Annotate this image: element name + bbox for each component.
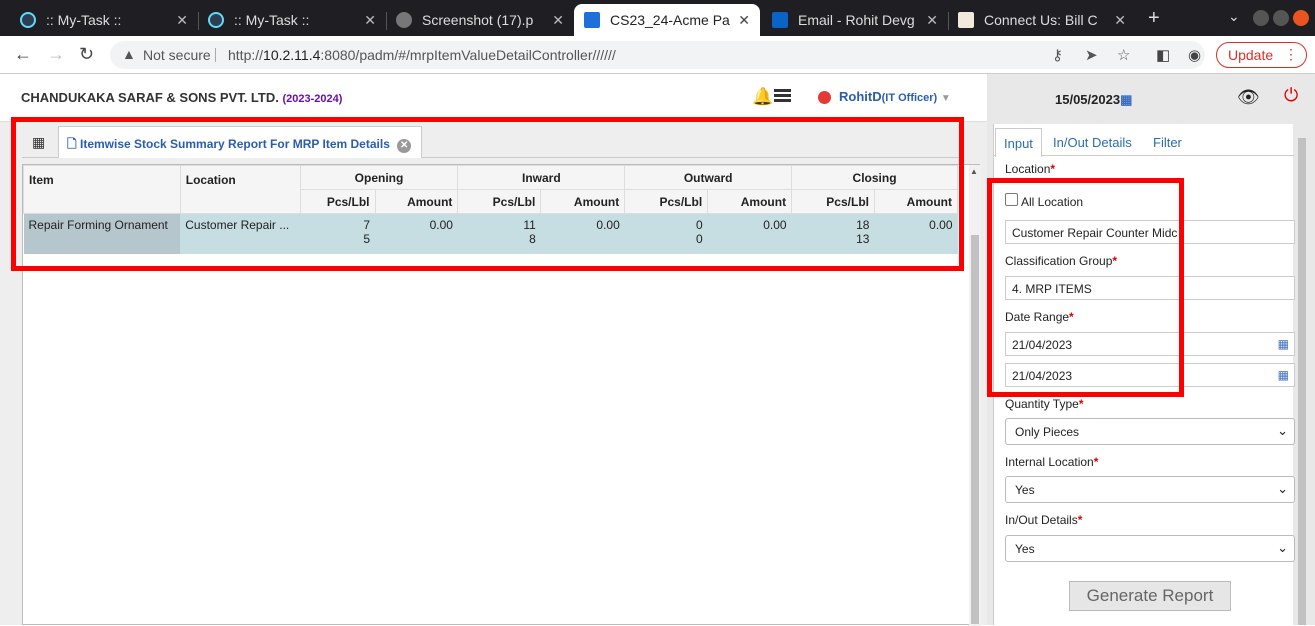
browser-tab-1[interactable]: :: My-Task :: ✕ (10, 4, 198, 36)
browser-tab-bar: :: My-Task :: ✕ :: My-Task :: ✕ Screensh… (0, 0, 1315, 36)
forward-icon[interactable]: → (47, 44, 65, 65)
reload-icon[interactable]: ↻ (79, 44, 94, 65)
close-icon[interactable]: ✕ (176, 12, 188, 29)
internal-location-select[interactable]: Yes ⌄ (1005, 476, 1295, 503)
company-name: CHANDUKAKA SARAF & SONS PVT. LTD. (2023-… (21, 90, 343, 105)
status-dot (818, 91, 831, 104)
app-header: CHANDUKAKA SARAF & SONS PVT. LTD. (2023-… (0, 74, 987, 122)
close-window-icon[interactable] (1293, 10, 1309, 26)
chevron-down-icon: ⌄ (1277, 423, 1288, 438)
tab-title: Screenshot (17).p (422, 12, 534, 28)
close-icon[interactable]: ✕ (1114, 12, 1126, 29)
current-date: 15/05/2023▦ (1055, 92, 1133, 107)
new-tab-icon[interactable]: + (1148, 7, 1160, 30)
table-scrollbar[interactable]: ▲ (969, 165, 981, 626)
warning-icon: ▲ (122, 46, 136, 62)
close-icon[interactable]: ✕ (738, 12, 750, 29)
close-icon[interactable]: ✕ (364, 12, 376, 29)
form-tabs: Input In/Out Details Filter (994, 128, 1294, 157)
maximize-icon[interactable] (1273, 10, 1289, 26)
profile-icon[interactable]: ◉ (1188, 46, 1201, 64)
react-icon (208, 12, 224, 28)
browser-tab-5[interactable]: Email - Rohit Devg ✕ (762, 4, 948, 36)
quantity-type-select[interactable]: Only Pieces ⌄ (1005, 418, 1295, 445)
browser-tab-2[interactable]: :: My-Task :: ✕ (198, 4, 386, 36)
browser-tab-6[interactable]: Connect Us: Bill C ✕ (948, 4, 1136, 36)
chevron-down-icon: ⌄ (1277, 540, 1288, 555)
page-icon (958, 12, 974, 28)
security-status: Not secure (143, 47, 211, 63)
inout-details-select[interactable]: Yes ⌄ (1005, 535, 1295, 562)
tab-title: Email - Rohit Devg (798, 12, 915, 28)
star-icon[interactable]: ☆ (1117, 46, 1130, 64)
tab-inout-details[interactable]: In/Out Details (1053, 135, 1132, 150)
user-menu[interactable]: RohitD(IT Officer) ▼ (839, 89, 951, 104)
tab-title: :: My-Task :: (46, 12, 122, 28)
chevron-down-icon: ⌄ (1277, 481, 1288, 496)
caret-down-icon: ▼ (940, 93, 951, 104)
sidebar-icon[interactable]: ◧ (1156, 46, 1170, 64)
outlook-icon (772, 12, 788, 28)
chevron-down-icon[interactable]: ⌄ (1228, 8, 1240, 25)
calendar-icon[interactable]: ▦ (1278, 368, 1289, 382)
browser-tab-active[interactable]: CS23_24-Acme Pac ✕ (574, 4, 760, 36)
highlight-box-report (11, 117, 964, 271)
tab-title: CS23_24-Acme Pac (610, 12, 731, 28)
minimize-icon[interactable] (1253, 10, 1269, 26)
tab-filter[interactable]: Filter (1153, 135, 1182, 150)
close-icon[interactable]: ✕ (926, 12, 938, 29)
generate-report-button[interactable]: Generate Report (1069, 581, 1231, 611)
calendar-icon: ▦ (1120, 92, 1133, 107)
scroll-up-icon: ▲ (970, 167, 978, 176)
send-icon[interactable]: ➤ (1085, 46, 1098, 64)
tab-input[interactable]: Input (995, 128, 1042, 157)
location-label: Location* (1005, 162, 1056, 176)
power-icon[interactable]: ⏻ (1284, 85, 1298, 106)
tab-title: :: My-Task :: (234, 12, 310, 28)
fiscal-year: (2023-2024) (282, 93, 343, 105)
update-button[interactable]: Update ⋮ (1216, 42, 1307, 68)
app-icon (584, 12, 600, 28)
menu-icon[interactable] (774, 89, 791, 103)
eye-slash-icon[interactable]: 👁 (1237, 87, 1260, 108)
address-bar: ← → ↻ ▲ Not secure http://10.2.11.4:8080… (0, 36, 1315, 74)
globe-icon (396, 12, 412, 28)
url-field[interactable]: ▲ Not secure http://10.2.11.4:8080/padm/… (110, 41, 1205, 69)
key-icon[interactable]: ⚷ (1052, 46, 1063, 64)
back-icon[interactable]: ← (14, 44, 32, 65)
browser-tab-3[interactable]: Screenshot (17).p ✕ (386, 4, 574, 36)
right-header: 15/05/2023▦ 👁 ⏻ (987, 74, 1315, 124)
close-icon[interactable]: ✕ (552, 12, 564, 29)
bell-icon[interactable]: 🔔 (752, 87, 773, 107)
form-scrollbar[interactable] (1296, 124, 1308, 625)
tab-title: Connect Us: Bill C (984, 12, 1098, 28)
highlight-box-filters (987, 178, 1184, 397)
quantity-type-label: Quantity Type* (1005, 397, 1084, 411)
internal-location-label: Internal Location* (1005, 455, 1099, 469)
calendar-icon[interactable]: ▦ (1278, 337, 1289, 351)
inout-details-label: In/Out Details* (1005, 513, 1083, 527)
react-icon (20, 12, 36, 28)
url-text: http://10.2.11.4:8080/padm/#/mrpItemValu… (228, 47, 616, 63)
